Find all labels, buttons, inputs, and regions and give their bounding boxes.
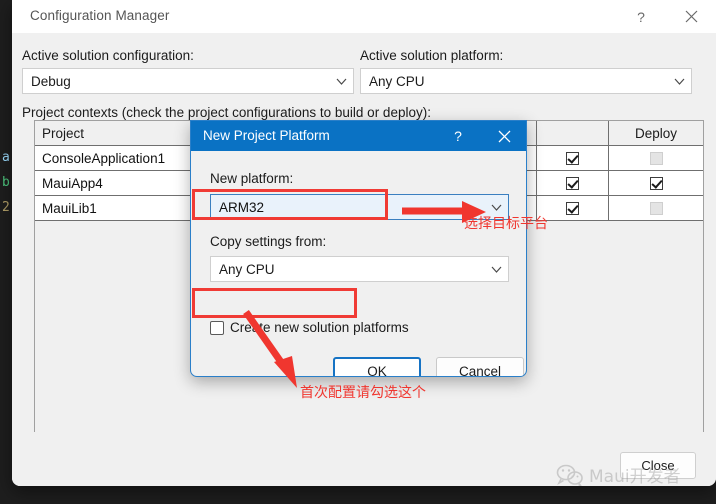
dialog-body: New platform: ARM32 Copy settings from: … — [191, 151, 526, 376]
project-contexts-label: Project contexts (check the project conf… — [22, 105, 431, 120]
dialog-title: New Project Platform — [203, 128, 330, 143]
cell-deploy[interactable] — [609, 171, 703, 195]
build-checkbox[interactable] — [566, 201, 579, 215]
active-solution-platform-value: Any CPU — [369, 73, 425, 89]
annotation-platform-note: 选择目标平台 — [464, 216, 548, 232]
active-solution-configuration-combobox[interactable]: Debug — [22, 68, 354, 94]
close-icon[interactable] — [482, 121, 526, 151]
active-solution-platform-combobox[interactable]: Any CPU — [360, 68, 692, 94]
watermark-text: Maui开发者 — [589, 467, 681, 487]
checkbox-box[interactable] — [210, 320, 224, 335]
cell-deploy — [609, 196, 703, 220]
deploy-checkbox — [649, 201, 663, 215]
copy-settings-value: Any CPU — [219, 261, 275, 277]
copy-settings-label: Copy settings from: — [210, 234, 327, 249]
build-checkbox[interactable] — [566, 151, 579, 165]
new-platform-label: New platform: — [210, 171, 294, 186]
window-title: Configuration Manager — [30, 8, 170, 23]
window-titlebar: Configuration Manager ? — [12, 0, 716, 33]
dialog-titlebar: New Project Platform ? — [191, 121, 526, 151]
build-checkbox[interactable] — [566, 176, 579, 190]
help-icon[interactable]: ? — [618, 0, 664, 33]
screenshot-root: a b 2 Configuration Manager ? Active sol… — [0, 0, 716, 504]
annotation-checkbox-note: 首次配置请勾选这个 — [300, 385, 426, 401]
cell-build[interactable] — [537, 171, 609, 195]
cancel-button[interactable]: Cancel — [436, 357, 524, 376]
ok-button[interactable]: OK — [333, 357, 421, 376]
chevron-down-icon — [667, 78, 691, 85]
cell-build[interactable] — [537, 146, 609, 170]
copy-settings-combobox[interactable]: Any CPU — [210, 256, 509, 282]
column-header-build — [537, 121, 609, 145]
deploy-checkbox[interactable] — [649, 176, 663, 190]
new-project-platform-dialog: New Project Platform ? New platform: ARM… — [190, 120, 527, 377]
wechat-icon — [556, 464, 583, 486]
active-solution-configuration-value: Debug — [31, 73, 71, 89]
checkbox-label: Create new solution platforms — [230, 320, 409, 335]
active-solution-platform-label: Active solution platform: — [360, 48, 504, 63]
watermark: Maui开发者 — [556, 462, 681, 487]
cell-deploy — [609, 146, 703, 170]
chevron-down-icon — [329, 78, 353, 85]
chevron-down-icon — [484, 204, 508, 211]
close-icon[interactable] — [668, 0, 714, 33]
active-solution-configuration-label: Active solution configuration: — [22, 48, 194, 63]
help-icon[interactable]: ? — [436, 121, 480, 151]
chevron-down-icon — [484, 266, 508, 273]
create-new-solution-platforms-checkbox[interactable]: Create new solution platforms — [210, 320, 409, 335]
new-platform-value: ARM32 — [219, 199, 265, 215]
column-header-deploy: Deploy — [634, 125, 678, 141]
deploy-checkbox — [649, 151, 663, 165]
